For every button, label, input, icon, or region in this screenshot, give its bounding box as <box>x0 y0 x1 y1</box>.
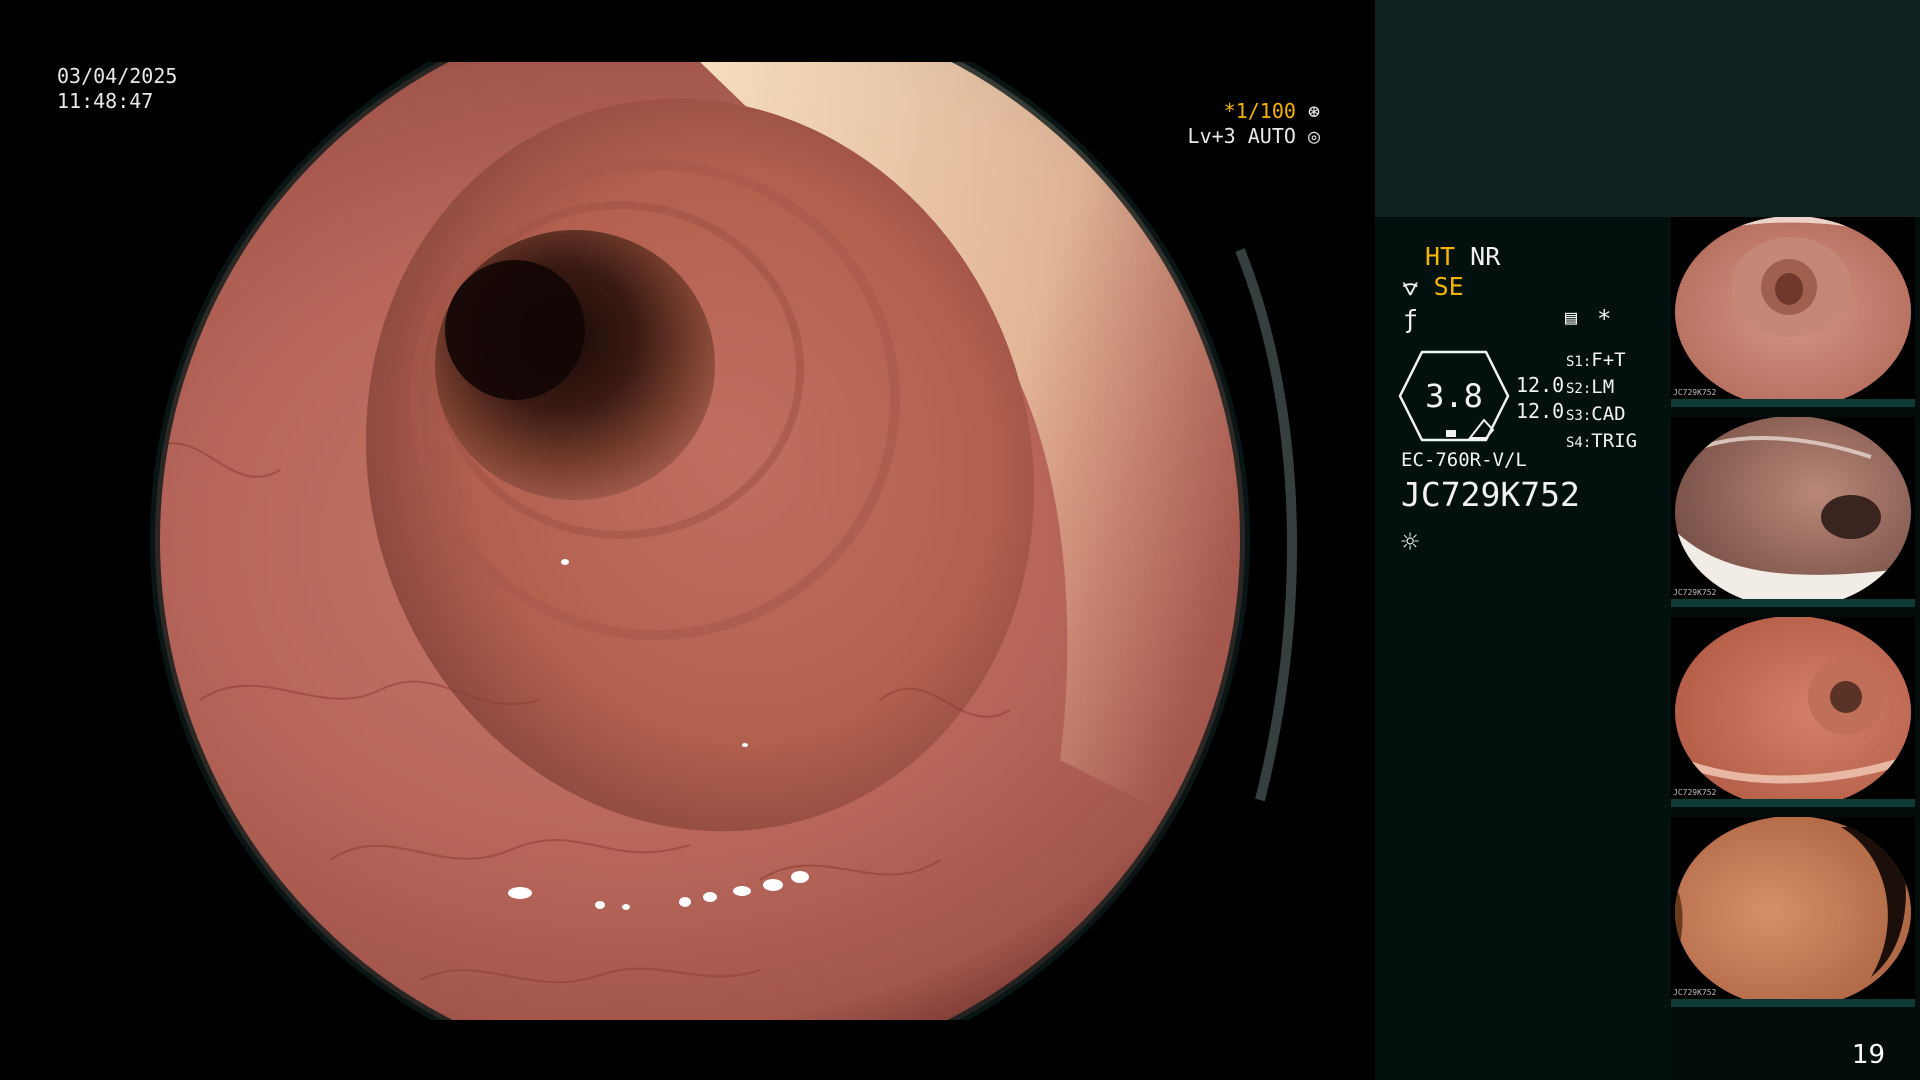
thumbnail-2[interactable]: JC729K752 <box>1671 417 1915 607</box>
structure-enhance-icon: ⦡ <box>1402 272 1419 301</box>
freeze-icon: ƒ <box>1403 305 1419 334</box>
thumbnail-caption: JC729K752 <box>1673 388 1717 397</box>
switch-item: S3:CAD <box>1566 403 1626 425</box>
thumbnail-bar <box>1671 799 1915 807</box>
switch-item: S4:TRIG <box>1566 430 1638 452</box>
thumbnail-caption: JC729K752 <box>1673 588 1717 597</box>
level-mode-readout: Lv+3 AUTO <box>1187 124 1296 148</box>
image-counter: 19 <box>1852 1040 1886 1070</box>
thumbnail-caption: JC729K752 <box>1673 988 1717 997</box>
shutter-icon: ⊛ <box>1307 99 1320 123</box>
aux-value-2: 12.0 <box>1516 399 1565 423</box>
se-indicator: SE <box>1433 272 1464 301</box>
endoscope-view: 03/04/2025 11:48:47 *1/100 ⊛ Lv+3 AUTO ◎ <box>0 0 1375 1080</box>
thumbnail-1[interactable]: JC729K752 <box>1671 217 1915 407</box>
light-source-icon: ☼ <box>1401 525 1420 560</box>
aux-value-1: 12.0 <box>1516 373 1565 397</box>
time-readout: 11:48:47 <box>57 89 154 113</box>
shutter-readout: *1/100 <box>1223 99 1296 123</box>
patient-info-box <box>1375 0 1920 217</box>
endoscope-image <box>0 0 1375 1080</box>
nr-indicator: NR <box>1470 242 1501 271</box>
switch-list: S1:F+T S2:LM S3:CAD S4:TRIG <box>1566 348 1637 456</box>
thumbnail-bar <box>1671 399 1915 407</box>
exposure-readout: *1/100 ⊛ Lv+3 AUTO ◎ <box>1020 99 1320 149</box>
memo-icon: ▤ <box>1565 305 1578 329</box>
settings-panel: HT NR ⦡ SE ƒ ▤ * 3.8 12.0 12.0 S1:F+T S2… <box>1375 217 1670 1080</box>
thumbnail-3[interactable]: JC729K752 <box>1671 617 1915 807</box>
switch-item: S2:LM <box>1566 376 1615 398</box>
side-panel: HT NR ⦡ SE ƒ ▤ * 3.8 12.0 12.0 S1:F+T S2… <box>1375 0 1920 1080</box>
scope-serial: JC729K752 <box>1401 475 1580 514</box>
ht-indicator: HT <box>1425 242 1456 271</box>
date-readout: 03/04/2025 <box>57 64 178 88</box>
thumbnail-caption: JC729K752 <box>1673 788 1717 797</box>
thumbnail-4[interactable]: JC729K752 <box>1671 817 1915 1007</box>
scope-model: EC-760R-V/L <box>1401 449 1527 471</box>
zoom-value: 3.8 <box>1425 377 1483 415</box>
thumbnail-bar <box>1671 999 1915 1007</box>
asterisk-icon: * <box>1597 305 1612 333</box>
switch-item: S1:F+T <box>1566 349 1626 371</box>
auto-iris-icon: ◎ <box>1307 124 1320 148</box>
thumbnail-bar <box>1671 599 1915 607</box>
